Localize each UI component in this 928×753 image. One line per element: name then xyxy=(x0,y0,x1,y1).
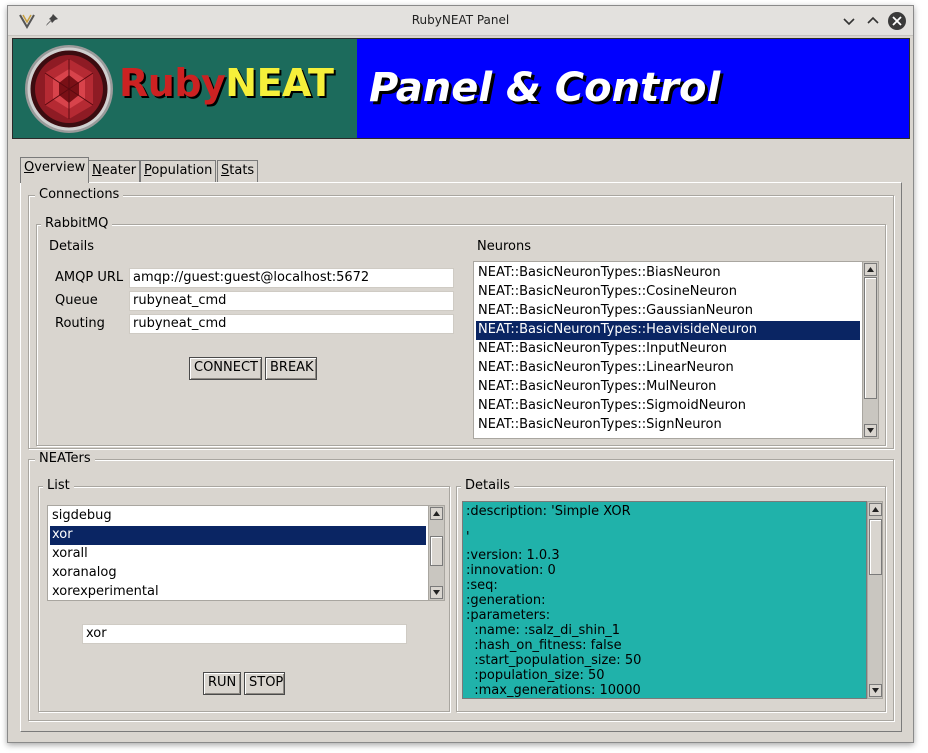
amqp-url-input[interactable]: amqp://guest:guest@localhost:5672 xyxy=(129,268,454,288)
details-text-line: :start_population_size: 50 xyxy=(466,653,642,668)
details-scroll-thumb[interactable] xyxy=(869,519,882,575)
neurons-listbox[interactable]: NEAT::BasicNeuronTypes::BiasNeuron NEAT::… xyxy=(473,261,879,439)
neater-details-text[interactable]: :description: 'Simple XOR ' :version: 1.0.… xyxy=(462,501,867,699)
details-text-line: :hash_on_fitness: false xyxy=(466,638,622,653)
rabbitmq-group: RabbitMQ Details AMQP URL amqp://guest:g… xyxy=(36,216,886,446)
neurons-scroll-thumb[interactable] xyxy=(864,277,877,399)
neuron-list-item[interactable]: NEAT::BasicNeuronTypes::HeavisideNeuron xyxy=(476,321,860,340)
ruby-gem-logo xyxy=(25,45,113,133)
neaters-list-label: List xyxy=(43,478,74,493)
neaters-scrollbar[interactable] xyxy=(428,506,444,600)
neuron-list-item[interactable]: NEAT::BasicNeuronTypes::BiasNeuron xyxy=(476,264,860,283)
header-banner: RubyNEAT Panel & Control xyxy=(12,38,910,139)
neater-name-input[interactable]: xor xyxy=(82,624,407,644)
scroll-down-arrow-icon[interactable] xyxy=(430,586,443,599)
connections-label: Connections xyxy=(35,187,124,202)
window-title: RubyNEAT Panel xyxy=(411,13,510,27)
tab-neater[interactable]: Neater xyxy=(88,160,141,182)
details-text-line: :description: 'Simple XOR xyxy=(466,504,631,519)
details-scrollbar[interactable] xyxy=(867,501,883,699)
close-button[interactable] xyxy=(888,12,906,30)
details-text-line: :name: :salz_di_shin_1 xyxy=(466,623,621,638)
app-window: RubyNEAT Panel RubyNEAT Panel & Control … xyxy=(7,5,914,743)
amqp-url-label: AMQP URL xyxy=(55,270,124,285)
connect-button[interactable]: CONNECT xyxy=(189,357,262,380)
neuron-list-item[interactable]: NEAT::BasicNeuronTypes::GaussianNeuron xyxy=(476,302,860,321)
neater-list-item[interactable]: xorexperimental xyxy=(50,583,426,600)
scroll-up-arrow-icon[interactable] xyxy=(430,507,443,520)
neuron-list-item[interactable]: NEAT::BasicNeuronTypes::CosineNeuron xyxy=(476,283,860,302)
neater-list-item[interactable]: xorall xyxy=(50,545,426,564)
details-text-line: ' xyxy=(466,530,470,545)
scroll-up-arrow-icon[interactable] xyxy=(869,503,882,516)
neaters-label: NEATers xyxy=(35,451,95,466)
connections-group: Connections RabbitMQ Details AMQP URL am… xyxy=(28,187,894,449)
stop-button[interactable]: STOP xyxy=(244,672,285,695)
neuron-list-item[interactable]: NEAT::BasicNeuronTypes::InputNeuron xyxy=(476,340,860,359)
title-bar: RubyNEAT Panel xyxy=(8,6,913,36)
tab-population[interactable]: Population xyxy=(140,160,217,182)
details-text-line: :seq: xyxy=(466,578,498,593)
details-text-line: :population_size: 50 xyxy=(466,668,605,683)
neuron-list-item[interactable]: NEAT::BasicNeuronTypes::SignNeuron xyxy=(476,416,860,435)
neater-list-item[interactable]: xoranalog xyxy=(50,564,426,583)
queue-input[interactable]: rubyneat_cmd xyxy=(129,291,454,311)
overview-panel: Connections RabbitMQ Details AMQP URL am… xyxy=(20,182,902,732)
maximize-button[interactable] xyxy=(864,12,882,30)
neater-details-group: Details :description: 'Simple XOR ' :versi… xyxy=(456,478,886,712)
neaters-listbox[interactable]: sigdebug xor xorall xoranalog xorexperimenta… xyxy=(47,505,445,601)
scroll-down-arrow-icon[interactable] xyxy=(864,424,877,437)
run-button[interactable]: RUN xyxy=(203,672,241,695)
neaters-list-group: List sigdebug xor xorall xoranalog xorexperi… xyxy=(38,478,450,712)
details-text-line: :parameters: xyxy=(466,608,551,623)
rabbitmq-label: RabbitMQ xyxy=(41,216,113,231)
minimize-button[interactable] xyxy=(840,12,858,30)
break-button[interactable]: BREAK xyxy=(265,357,317,380)
details-text-line: :version: 1.0.3 xyxy=(466,548,560,563)
routing-input[interactable]: rubyneat_cmd xyxy=(129,314,454,334)
neuron-list-item[interactable]: NEAT::BasicNeuronTypes::MulNeuron xyxy=(476,378,860,397)
tab-stats[interactable]: Stats xyxy=(217,160,259,182)
tab-overview[interactable]: Overview xyxy=(20,157,90,183)
neurons-label: Neurons xyxy=(477,239,531,254)
neaters-group: NEATers List sigdebug xor xorall xoranalog x… xyxy=(28,451,894,721)
neurons-scrollbar[interactable] xyxy=(862,262,878,438)
neuron-list-item[interactable]: NEAT::BasicNeuronTypes::SigmoidNeuron xyxy=(476,397,860,416)
details-text-line: :max_generations: 10000 xyxy=(466,683,641,698)
banner-logo-area: RubyNEAT xyxy=(13,39,357,138)
details-text-line: :innovation: 0 xyxy=(466,563,556,578)
neaters-scroll-thumb[interactable] xyxy=(430,536,443,566)
neater-details-label: Details xyxy=(461,478,515,493)
routing-label: Routing xyxy=(55,316,105,331)
scroll-down-arrow-icon[interactable] xyxy=(869,684,882,697)
rabbitmq-details-label: Details xyxy=(49,239,95,254)
details-text-line: :generation: xyxy=(466,593,546,608)
neuron-list-item[interactable]: NEAT::BasicNeuronTypes::LinearNeuron xyxy=(476,359,860,378)
scroll-up-arrow-icon[interactable] xyxy=(864,263,877,276)
banner-title: Panel & Control xyxy=(369,65,721,111)
neater-list-item[interactable]: sigdebug xyxy=(50,507,426,526)
queue-label: Queue xyxy=(55,293,98,308)
rubyneat-wordmark: RubyNEAT xyxy=(119,61,334,105)
neater-list-item[interactable]: xor xyxy=(50,526,426,545)
